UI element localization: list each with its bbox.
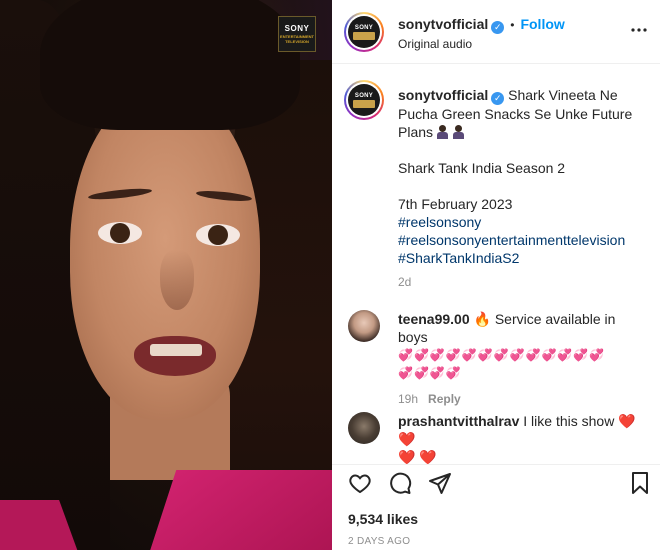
hair-top <box>40 0 300 130</box>
teeth <box>150 344 202 356</box>
comment-time[interactable]: 19h <box>398 392 418 406</box>
comment-body: teena99.00 🔥 Service available in boys 💞… <box>398 310 648 408</box>
sony-logo-text: SONY <box>284 24 310 33</box>
hashtag-link[interactable]: #reelsonsonyentertainmenttelevision <box>398 231 646 249</box>
reel-video[interactable]: SONY ENTERTAINMENT TELEVISION <box>0 0 332 550</box>
post-panel: SONY sonytvofficial ✓ • Follow Original aud… <box>332 0 660 550</box>
comment-avatar[interactable] <box>348 412 380 444</box>
mouth <box>134 336 216 376</box>
hashtag-link[interactable]: #reelsonsony <box>398 213 646 231</box>
caption-avatar[interactable]: SONY <box>344 80 384 120</box>
heart-icon[interactable] <box>348 471 372 495</box>
comment: teena99.00 🔥 Service available in boys 💞… <box>348 310 648 406</box>
comment-avatar[interactable] <box>348 310 380 342</box>
eye-right <box>196 224 240 246</box>
audio-link[interactable]: Original audio <box>398 37 472 51</box>
share-icon[interactable] <box>428 471 452 495</box>
verified-icon: ✓ <box>491 21 505 34</box>
comment-emoji-line: 💞💞💞💞💞💞💞💞💞💞💞💞💞 <box>398 348 606 362</box>
comment-username[interactable]: prashantvitthalrav <box>398 413 519 429</box>
person-emoji-icon <box>452 125 465 139</box>
likes-count[interactable]: 9,534 likes <box>348 511 418 527</box>
verified-icon: ✓ <box>491 92 505 105</box>
sony-logo-subtext: ENTERTAINMENT TELEVISION <box>280 34 314 44</box>
comment-icon[interactable] <box>388 471 412 495</box>
caption-time[interactable]: 2d <box>398 273 646 291</box>
comment-emoji-line: 💞💞💞💞 <box>398 366 462 380</box>
post-date[interactable]: 2 DAYS AGO <box>348 536 410 547</box>
more-options-icon[interactable] <box>630 22 648 33</box>
post-header: SONY sonytvofficial ✓ • Follow Original aud… <box>332 0 660 64</box>
follow-button[interactable]: Follow <box>520 16 564 32</box>
caption-date-line: 7th February 2023 <box>398 196 513 212</box>
comment-username[interactable]: teena99.00 <box>398 311 470 327</box>
pink-outfit <box>143 470 332 550</box>
caption-show-line: Shark Tank India Season 2 <box>398 160 566 176</box>
nose <box>160 250 194 310</box>
sony-channel-logo: SONY ENTERTAINMENT TELEVISION <box>278 16 316 52</box>
comment-meta: 19h Reply <box>398 390 648 408</box>
header-avatar[interactable]: SONY <box>344 12 384 52</box>
header-user-line: sonytvofficial ✓ • Follow <box>398 16 565 34</box>
caption-username[interactable]: sonytvofficial <box>398 87 488 103</box>
post-actions: 9,534 likes 2 DAYS AGO <box>332 464 660 550</box>
eye-left <box>98 222 142 244</box>
comment-body: prashantvitthalrav I like this show ❤️ ❤… <box>398 412 648 466</box>
hashtag-link[interactable]: #SharkTankIndiaS2 <box>398 249 646 267</box>
fire-emoji-icon: 🔥 <box>473 311 491 327</box>
header-username[interactable]: sonytvofficial <box>398 16 488 32</box>
comment-text: I like this show <box>523 413 615 429</box>
post-caption: sonytvofficial ✓ Shark Vineeta Ne Pucha G… <box>398 86 646 291</box>
separator-dot: • <box>510 18 515 32</box>
person-emoji-icon <box>436 125 449 139</box>
bookmark-icon[interactable] <box>628 471 652 495</box>
comment: prashantvitthalrav I like this show ❤️ ❤… <box>348 412 648 465</box>
reply-button[interactable]: Reply <box>428 392 461 406</box>
